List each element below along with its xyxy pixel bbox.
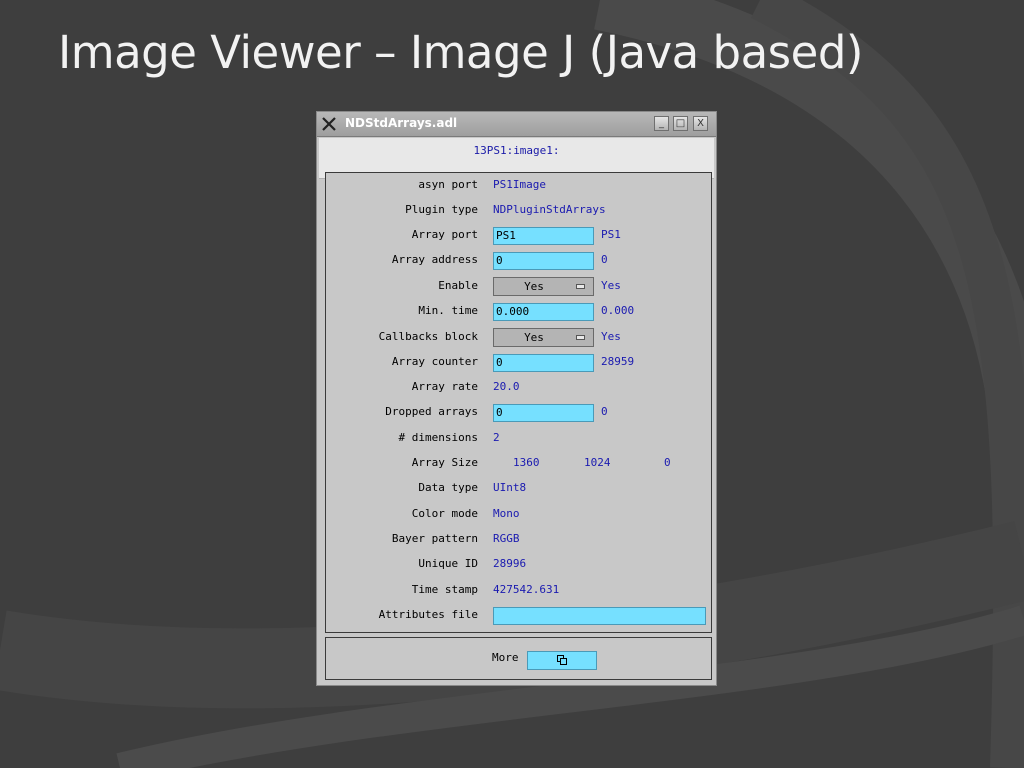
array-rate-label: Array rate [411, 380, 478, 393]
data-type-value: UInt8 [493, 481, 527, 494]
array-port-label: Array port [411, 228, 478, 241]
settings-panel: asyn port PS1Image Plugin type NDPluginS… [325, 172, 712, 633]
ndstdarrays-window: NDStdArrays.adl _ □ X 13PS1:image1: asyn… [316, 111, 717, 686]
asyn-port-value: PS1Image [493, 178, 546, 191]
time-stamp-label: Time stamp [411, 583, 478, 596]
array-port-input[interactable]: PS1 [493, 227, 594, 245]
array-rate-value: 20.0 [493, 380, 520, 393]
array-size-label: Array Size [411, 456, 478, 469]
array-address-input[interactable]: 0 [493, 252, 594, 270]
array-counter-input[interactable]: 0 [493, 354, 594, 372]
dropped-arrays-readback: 0 [601, 405, 608, 418]
maximize-button[interactable]: □ [673, 116, 688, 131]
dimensions-value: 2 [493, 431, 500, 444]
dropped-arrays-label: Dropped arrays [385, 405, 478, 418]
array-counter-label: Array counter [391, 355, 478, 368]
callbacks-block-menu[interactable]: Yes [493, 328, 594, 347]
bayer-pattern-value: RGGB [493, 532, 520, 545]
x-window-icon [322, 117, 336, 131]
attributes-file-input[interactable] [493, 607, 706, 625]
enable-menu-value: Yes [524, 280, 544, 293]
dimensions-label: # dimensions [398, 431, 478, 444]
callbacks-block-readback: Yes [601, 330, 621, 343]
pv-prefix: 13PS1:image1: [473, 144, 560, 157]
array-address-label: Array address [391, 253, 478, 266]
min-time-readback: 0.000 [601, 304, 635, 317]
plugin-type-label: Plugin type [405, 203, 478, 216]
more-panel: More [325, 637, 712, 680]
enable-menu[interactable]: Yes [493, 277, 594, 296]
menu-indicator-icon [576, 335, 585, 340]
array-counter-readback: 28959 [601, 355, 635, 368]
callbacks-block-menu-value: Yes [524, 331, 544, 344]
more-label: More [492, 651, 519, 664]
array-size-x: 1360 [513, 456, 540, 469]
minimize-button[interactable]: _ [654, 116, 669, 131]
close-button[interactable]: X [693, 116, 708, 131]
menu-indicator-icon [576, 284, 585, 289]
dropped-arrays-input[interactable]: 0 [493, 404, 594, 422]
data-type-label: Data type [418, 481, 478, 494]
array-port-readback: PS1 [601, 228, 621, 241]
related-display-icon [557, 655, 567, 665]
attributes-file-label: Attributes file [378, 608, 478, 621]
min-time-label: Min. time [418, 304, 478, 317]
window-titlebar[interactable]: NDStdArrays.adl _ □ X [317, 112, 716, 137]
color-mode-label: Color mode [411, 507, 478, 520]
unique-id-value: 28996 [493, 557, 527, 570]
unique-id-label: Unique ID [418, 557, 478, 570]
array-address-readback: 0 [601, 253, 608, 266]
array-size-y: 1024 [584, 456, 611, 469]
window-title: NDStdArrays.adl [345, 116, 458, 130]
min-time-input[interactable]: 0.000 [493, 303, 594, 321]
enable-label: Enable [438, 279, 478, 292]
time-stamp-value: 427542.631 [493, 583, 560, 596]
enable-readback: Yes [601, 279, 621, 292]
plugin-type-value: NDPluginStdArrays [493, 203, 606, 216]
asyn-port-label: asyn port [418, 178, 478, 191]
slide-title: Image Viewer – Image J (Java based) [58, 26, 863, 79]
more-button[interactable] [527, 651, 597, 670]
color-mode-value: Mono [493, 507, 520, 520]
callbacks-block-label: Callbacks block [378, 330, 478, 343]
bayer-pattern-label: Bayer pattern [391, 532, 478, 545]
array-size-z: 0 [664, 456, 671, 469]
